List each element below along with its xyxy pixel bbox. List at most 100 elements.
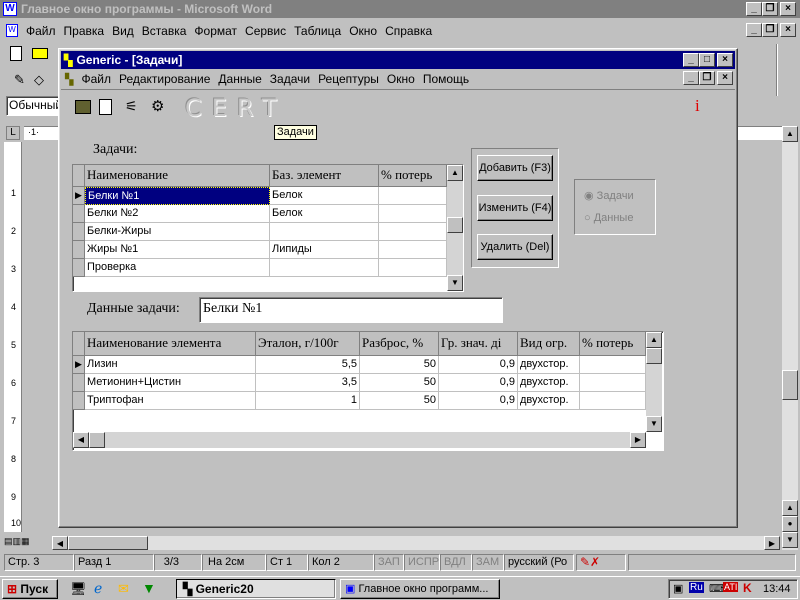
menu-window[interactable]: Окно xyxy=(387,72,415,86)
word-vertical-scrollbar[interactable] xyxy=(782,126,798,550)
tasks-header-base-element[interactable]: Баз. элемент xyxy=(270,165,379,187)
tasks-cell-base[interactable]: Белок xyxy=(270,187,379,205)
tasks-scroll-down-button[interactable]: ▼ xyxy=(447,275,463,291)
info-icon[interactable]: i xyxy=(695,96,700,116)
element-cell-loss[interactable] xyxy=(580,356,646,374)
taskbar-generic-button[interactable]: ▚ Generic20 xyxy=(176,579,336,599)
tasks-scroll-up-button[interactable]: ▲ xyxy=(447,165,463,181)
word-scroll-left-button[interactable]: ◀ xyxy=(52,536,68,550)
element-cell-name[interactable]: Лизин xyxy=(85,356,256,374)
quicklaunch-ie-icon[interactable]: ℯ xyxy=(94,580,102,597)
row-indicator-current[interactable]: ▶ xyxy=(73,356,85,374)
menu-recipes[interactable]: Рецептуры xyxy=(318,72,379,86)
elements-header-reference[interactable]: Эталон, г/100г xyxy=(256,332,360,356)
tasks-cell-name[interactable]: Белки №2 xyxy=(85,205,270,223)
task-data-field[interactable]: Белки №1 xyxy=(199,297,503,323)
menu-file[interactable]: Файл xyxy=(81,72,111,86)
elements-header-name[interactable]: Наименование элемента xyxy=(85,332,256,356)
edit-button[interactable]: Изменить (F4) xyxy=(477,195,553,221)
row-indicator[interactable] xyxy=(73,259,85,277)
tray-language-icon[interactable]: Ru xyxy=(689,582,704,593)
row-indicator[interactable] xyxy=(73,392,85,410)
tasks-cell-base[interactable]: Белок xyxy=(270,205,379,223)
word-tab-selector[interactable]: L xyxy=(6,126,20,140)
word-eraser-icon[interactable]: ◇ xyxy=(34,72,44,88)
elements-grid[interactable]: Наименование элемента Эталон, г/100г Раз… xyxy=(72,331,664,451)
row-indicator[interactable] xyxy=(73,241,85,259)
elements-scroll-down-button[interactable]: ▼ xyxy=(646,416,662,432)
tasks-cell-base[interactable] xyxy=(270,223,379,241)
word-open-icon[interactable] xyxy=(32,48,48,59)
element-cell-limit[interactable]: 0,9 xyxy=(439,374,518,392)
element-cell-reference[interactable]: 3,5 xyxy=(256,374,360,392)
tasks-cell-loss[interactable] xyxy=(379,187,447,205)
word-menu-format[interactable]: Формат xyxy=(194,24,237,38)
element-cell-constraint[interactable]: двухстор. xyxy=(518,392,580,410)
element-cell-loss[interactable] xyxy=(580,392,646,410)
word-menu-help[interactable]: Справка xyxy=(385,24,432,38)
tasks-cell-loss[interactable] xyxy=(379,223,447,241)
tasks-cell-base[interactable]: Липиды xyxy=(270,241,379,259)
element-cell-loss[interactable] xyxy=(580,374,646,392)
word-scroll-right-button[interactable]: ▶ xyxy=(764,536,780,550)
word-menu-window[interactable]: Окно xyxy=(349,24,377,38)
elements-header-spread[interactable]: Разброс, % xyxy=(360,332,439,356)
elements-hscroll-thumb[interactable] xyxy=(89,432,105,448)
quicklaunch-outlook-icon[interactable]: ✉ xyxy=(118,581,129,597)
tasks-cell-loss[interactable] xyxy=(379,205,447,223)
open-drawer-icon[interactable] xyxy=(75,100,91,114)
element-cell-constraint[interactable]: двухстор. xyxy=(518,356,580,374)
elements-scroll-right-button[interactable]: ▶ xyxy=(630,432,646,448)
status-language[interactable]: русский (Ро xyxy=(504,554,574,571)
gear-icon[interactable]: ⚙ xyxy=(151,97,164,115)
add-button[interactable]: Добавить (F3) xyxy=(477,155,553,181)
word-menu-view[interactable]: Вид xyxy=(112,24,134,38)
menu-help[interactable]: Помощь xyxy=(423,72,469,86)
ruler-tool-icon[interactable]: ⚟ xyxy=(125,98,138,115)
element-cell-limit[interactable]: 0,9 xyxy=(439,356,518,374)
tasks-scroll-thumb[interactable] xyxy=(447,217,463,233)
status-ext[interactable]: ВДЛ xyxy=(440,554,472,571)
word-view-buttons[interactable]: ▤▥▦ xyxy=(4,536,50,550)
tasks-cell-loss[interactable] xyxy=(379,259,447,277)
tray-k-icon[interactable]: K xyxy=(743,581,752,595)
row-indicator[interactable] xyxy=(73,374,85,392)
child-minimize-button[interactable]: _ xyxy=(683,71,699,85)
word-restore-button[interactable]: ❐ xyxy=(762,2,778,16)
start-button[interactable]: ⊞ Пуск xyxy=(2,579,58,599)
word-menu-file[interactable]: Файл xyxy=(26,24,56,38)
child-close-button[interactable]: × xyxy=(717,71,733,85)
row-indicator-current[interactable]: ▶ xyxy=(73,187,85,205)
word-menu-insert[interactable]: Вставка xyxy=(142,24,187,38)
word-style-box[interactable]: Обычный xyxy=(6,96,62,116)
tasks-header-name[interactable]: Наименование xyxy=(85,165,270,187)
status-ovr[interactable]: ЗАМ xyxy=(472,554,504,571)
tasks-cell-name[interactable]: Белки №1 xyxy=(85,187,270,205)
tasks-cell-loss[interactable] xyxy=(379,241,447,259)
tasks-cell-base[interactable] xyxy=(270,259,379,277)
word-scroll-thumb[interactable] xyxy=(782,370,798,400)
quicklaunch-desktop-icon[interactable]: 🖥 xyxy=(70,581,87,597)
word-doc-close-button[interactable]: × xyxy=(780,23,796,37)
elements-header-constraint[interactable]: Вид огр. xyxy=(518,332,580,356)
status-trk[interactable]: ИСПР xyxy=(404,554,440,571)
word-menu-tools[interactable]: Сервис xyxy=(245,24,286,38)
status-rec[interactable]: ЗАП xyxy=(374,554,404,571)
element-cell-spread[interactable]: 50 xyxy=(360,356,439,374)
word-hscroll-thumb[interactable] xyxy=(68,536,148,550)
generic-minimize-button[interactable]: _ xyxy=(683,53,699,67)
tasks-cell-name[interactable]: Белки-Жиры xyxy=(85,223,270,241)
tasks-grid[interactable]: Наименование Баз. элемент % потерь ▶ Бел… xyxy=(72,164,464,292)
element-cell-reference[interactable]: 1 xyxy=(256,392,360,410)
elements-scroll-up-button[interactable]: ▲ xyxy=(646,332,662,348)
child-restore-button[interactable]: ❐ xyxy=(699,71,715,85)
element-cell-reference[interactable]: 5,5 xyxy=(256,356,360,374)
word-select-browse-button[interactable]: ● xyxy=(782,516,798,532)
elements-scroll-thumb[interactable] xyxy=(646,348,662,364)
elements-header-loss[interactable]: % потерь xyxy=(580,332,646,356)
element-cell-spread[interactable]: 50 xyxy=(360,374,439,392)
word-menu-table[interactable]: Таблица xyxy=(294,24,341,38)
element-cell-name[interactable]: Метионин+Цистин xyxy=(85,374,256,392)
word-horizontal-scrollbar[interactable] xyxy=(52,536,780,550)
tasks-cell-name[interactable]: Проверка xyxy=(85,259,270,277)
